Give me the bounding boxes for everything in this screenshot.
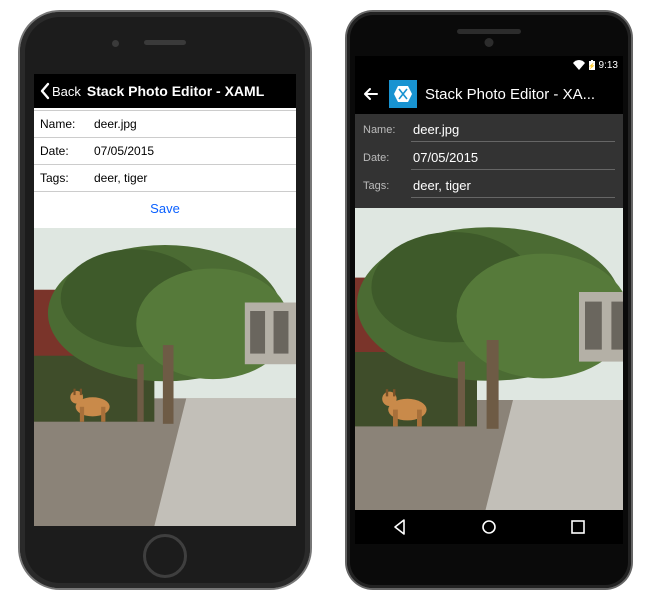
iphone-device: Back Stack Photo Editor - XAML Name: Dat… — [20, 12, 310, 588]
photo-image — [355, 208, 623, 544]
page-title: Stack Photo Editor - XAML — [87, 83, 264, 99]
android-camera — [485, 38, 494, 47]
android-body: Name: Date: Tags: — [355, 114, 623, 544]
photo-preview — [34, 228, 296, 526]
name-label: Name: — [363, 124, 411, 142]
status-time: 9:13 — [599, 60, 618, 71]
nav-recent-icon[interactable] — [569, 518, 587, 536]
date-label: Date: — [34, 138, 90, 164]
ios-navbar: Back Stack Photo Editor - XAML — [34, 74, 296, 108]
photo-image — [34, 228, 296, 526]
save-button[interactable]: Save — [150, 201, 180, 216]
tags-input[interactable] — [411, 174, 615, 198]
name-row: Name: — [363, 118, 615, 142]
nav-home-icon[interactable] — [480, 518, 498, 536]
tags-label: Tags: — [34, 165, 90, 191]
save-row: Save — [34, 192, 296, 228]
tags-row: Tags: — [34, 165, 296, 192]
nav-back-icon[interactable] — [391, 518, 409, 536]
iphone-home-button[interactable] — [143, 534, 187, 578]
name-row: Name: — [34, 110, 296, 138]
android-navbar — [355, 510, 623, 544]
date-input[interactable] — [411, 146, 615, 170]
date-row: Date: — [363, 146, 615, 170]
back-label: Back — [52, 84, 81, 99]
date-label: Date: — [363, 152, 411, 170]
photo-preview — [355, 208, 623, 544]
android-screen: ⚡ 9:13 Stack Photo Editor - XA... Name: … — [355, 56, 623, 544]
svg-text:⚡: ⚡ — [589, 62, 595, 70]
ios-body: Name: Date: Tags: Save — [34, 108, 296, 526]
tags-row: Tags: — [363, 174, 615, 198]
tags-label: Tags: — [363, 180, 411, 198]
android-statusbar: ⚡ 9:13 — [355, 56, 623, 74]
iphone-screen: Back Stack Photo Editor - XAML Name: Dat… — [34, 74, 296, 526]
date-row: Date: — [34, 138, 296, 165]
android-device: ⚡ 9:13 Stack Photo Editor - XA... Name: … — [347, 12, 631, 588]
android-actionbar: Stack Photo Editor - XA... — [355, 74, 623, 114]
back-button[interactable]: Back — [38, 82, 81, 100]
iphone-speaker — [144, 40, 186, 45]
wifi-icon — [573, 60, 585, 70]
back-arrow-icon[interactable] — [361, 84, 381, 104]
app-icon — [389, 80, 417, 108]
name-input[interactable] — [90, 111, 296, 137]
android-speaker — [457, 29, 521, 34]
xamarin-icon — [393, 84, 413, 104]
name-input[interactable] — [411, 118, 615, 142]
date-input[interactable] — [90, 138, 296, 164]
name-label: Name: — [34, 111, 90, 137]
chevron-left-icon — [38, 82, 52, 100]
battery-icon: ⚡ — [589, 60, 595, 70]
iphone-camera — [112, 40, 119, 47]
tags-input[interactable] — [90, 165, 296, 191]
actionbar-title: Stack Photo Editor - XA... — [425, 86, 595, 103]
